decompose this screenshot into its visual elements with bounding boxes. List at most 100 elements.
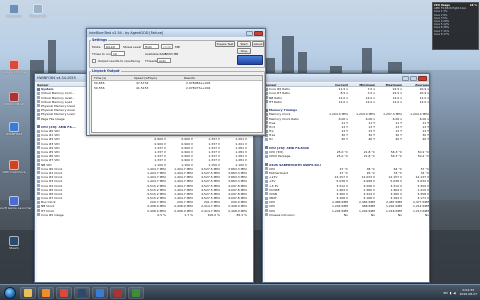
settings-label: Settings bbox=[91, 38, 109, 42]
stress-level-select[interactable]: High bbox=[143, 44, 159, 49]
close-button[interactable] bbox=[254, 30, 263, 36]
sensor-icon bbox=[265, 213, 268, 217]
sensor-name: Core #0 Usage bbox=[37, 213, 139, 217]
sensor-icon bbox=[37, 158, 40, 162]
linpack-cell: 50.556 bbox=[94, 85, 105, 90]
desktop-icon-label: Recycle Bin bbox=[29, 14, 47, 18]
sensor-icon bbox=[265, 137, 268, 141]
maximize-button[interactable] bbox=[410, 75, 417, 81]
taskbar-cpu-z-button[interactable] bbox=[110, 286, 126, 299]
desktop-icon-label: HWiNFO64 bbox=[5, 132, 23, 136]
hwinfo-right-table[interactable]: Sensor Current Minimum Maximum Average Core #… bbox=[265, 83, 429, 282]
sensor-row[interactable]: Core #0 Usage 0.5 % 1.7 % 100.0 % 85.3 % bbox=[37, 213, 253, 217]
network-icon[interactable]: ▮ bbox=[450, 291, 452, 295]
cpu-widget-line: Core 8 17% bbox=[434, 32, 450, 36]
freeze-test-button[interactable]: Freeze Test bbox=[215, 41, 235, 47]
sensor-icon bbox=[37, 196, 40, 200]
available-ram-value: 6993 MB bbox=[165, 52, 179, 56]
sensor-icon bbox=[265, 179, 268, 183]
output-results-label: Output results to results.log bbox=[98, 59, 140, 63]
taskbar-media-player-button[interactable] bbox=[38, 286, 54, 299]
times-field[interactable]: 10 bbox=[111, 51, 125, 56]
sensor-icon bbox=[37, 163, 40, 167]
col-time: Time (s) bbox=[94, 76, 107, 80]
desktop-icon-label: Google Chrome bbox=[2, 70, 26, 74]
sensor-icon bbox=[37, 137, 40, 141]
desktop-icon[interactable]: AMD OverDrive bbox=[2, 160, 26, 174]
mode-select[interactable]: 64-bit bbox=[104, 44, 120, 49]
hwinfo-title: HWiNFO64 v4.34-2055 bbox=[37, 76, 76, 80]
stress-mb-field[interactable]: 2048 bbox=[161, 44, 173, 49]
taskbar-hwinfo-button[interactable] bbox=[92, 286, 108, 299]
sensor-value: No bbox=[343, 212, 348, 217]
sensor-icon bbox=[265, 209, 268, 213]
sensor-icon bbox=[265, 188, 268, 192]
volume-icon[interactable]: ◀ bbox=[453, 291, 455, 295]
sensor-icon bbox=[37, 104, 40, 108]
column-header[interactable]: Average bbox=[402, 83, 429, 86]
intelburntest-titlebar[interactable]: IntelBurnTest v2.54 - by AgentGOD [Failu… bbox=[87, 29, 265, 37]
hwinfo-right-titlebar[interactable] bbox=[263, 74, 429, 82]
taskbar-intelburntest-button[interactable] bbox=[128, 286, 144, 299]
desktop-icon-label: Steam bbox=[9, 246, 19, 250]
sensor-icon bbox=[37, 175, 40, 179]
desktop-icon[interactable]: CPUID CPU-Z bbox=[2, 92, 26, 106]
sensor-icon bbox=[37, 167, 40, 171]
sensor-column-header[interactable]: Sensor bbox=[265, 83, 321, 86]
col-speed: Speed (GFlops) bbox=[134, 76, 157, 80]
linpack-cell: 41.5153 bbox=[136, 85, 149, 90]
hwinfo-sensors-window-right[interactable]: Sensor Current Minimum Maximum Average Core #… bbox=[262, 73, 430, 283]
desktop-icon[interactable]: Recycle Bin bbox=[26, 4, 50, 18]
start-button[interactable] bbox=[4, 286, 16, 299]
sensor-icon bbox=[265, 184, 268, 187]
sensor-icon bbox=[265, 175, 268, 179]
intelburntest-window[interactable]: IntelBurnTest v2.54 - by AgentGOD [Failu… bbox=[86, 28, 266, 136]
desktop-icon[interactable]: Ubisoft Game Launcher bbox=[0, 196, 32, 210]
desktop-icon[interactable]: Google Chrome bbox=[2, 60, 26, 74]
taskbar: EN ▮ ◀ 0:02:33 2016-08-27 bbox=[0, 284, 480, 300]
close-button[interactable] bbox=[418, 75, 427, 81]
minimize-button[interactable] bbox=[246, 30, 253, 36]
chip-icon bbox=[37, 125, 40, 129]
sensor-icon bbox=[37, 96, 40, 100]
sensor-value: 85.3 % bbox=[236, 212, 247, 217]
start-button[interactable]: Start bbox=[237, 41, 251, 47]
window-controls bbox=[402, 75, 427, 81]
sensor-icon bbox=[37, 188, 40, 192]
stop-button[interactable]: Stop bbox=[237, 48, 251, 54]
output-results-checkbox[interactable] bbox=[92, 59, 96, 63]
app-icon bbox=[9, 60, 19, 70]
sensor-value: 1.7 % bbox=[184, 212, 193, 217]
sensor-icon bbox=[37, 200, 40, 204]
desktop-icon[interactable]: HWiNFO64 bbox=[2, 122, 26, 136]
taskbar-steam-button[interactable] bbox=[74, 286, 90, 299]
language-indicator[interactable]: EN bbox=[443, 291, 447, 295]
sensor-icon bbox=[265, 196, 268, 200]
linpack-output-label: Linpack Output bbox=[91, 69, 121, 73]
sensor-icon bbox=[265, 167, 268, 171]
sensor-icon bbox=[37, 209, 40, 213]
column-header[interactable]: Minimum bbox=[348, 83, 375, 86]
sensor-icon bbox=[37, 171, 40, 175]
taskbar-chrome-button[interactable] bbox=[56, 286, 72, 299]
about-button[interactable]: About bbox=[252, 41, 264, 47]
clock[interactable]: 0:02:33 2016-08-27 bbox=[460, 288, 477, 296]
cpu-z-icon bbox=[114, 288, 122, 297]
desktop-icon[interactable]: Computer bbox=[2, 4, 26, 18]
column-header[interactable]: Current bbox=[321, 83, 348, 86]
linpack-output-table[interactable]: Time (s) Speed (GFlops) Results 50.656 47… bbox=[91, 75, 263, 133]
minimize-button[interactable] bbox=[402, 75, 409, 81]
sensor-icon bbox=[37, 129, 40, 133]
taskbar-explorer-button[interactable] bbox=[20, 286, 36, 299]
sensor-icon bbox=[37, 192, 40, 196]
threads-select[interactable]: Auto bbox=[157, 58, 171, 63]
sensor-value: 0.5 % bbox=[157, 212, 166, 217]
cpu-widget-lines: AMD FX-8320 Eight-Core Core 1 3% Core 2 9%… bbox=[434, 7, 477, 36]
sensor-row[interactable]: Chassis Intrusion No No No No bbox=[265, 213, 429, 217]
column-header[interactable]: Maximum bbox=[375, 83, 402, 86]
sensor-icon bbox=[265, 154, 268, 158]
sensor-icon bbox=[37, 112, 40, 116]
desktop-icon[interactable]: Steam bbox=[2, 236, 26, 250]
linpack-rows: 50.656 47.5732 2.978082e+002 50.556 41.5153 2… bbox=[92, 81, 262, 90]
sensor-icon bbox=[37, 150, 40, 154]
